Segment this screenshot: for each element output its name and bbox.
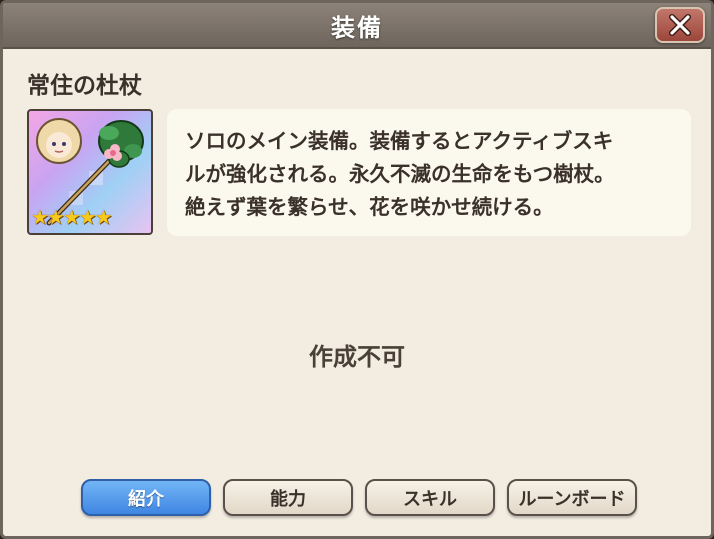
dialog-title: 装備 [331,13,383,42]
tab-introduction[interactable]: 紹介 [81,479,211,516]
craft-status: 作成不可 [309,343,405,371]
tab-rune-board[interactable]: ルーンボード [507,479,637,516]
item-icon-staff: ★★★★★ [27,109,153,235]
description-line-1: ソロのメイン装備。装備するとアクティブスキ [185,129,614,153]
description-line-2: ルが強化される。永久不滅の生命をもつ樹杖。 [185,162,615,186]
description-box: ソロのメイン装備。装備するとアクティブスキ ルが強化される。永久不滅の生命をもつ… [167,109,691,236]
dialog-titlebar: 装備 [3,3,711,49]
tab-bar: 紹介 能力 スキル ルーンボード [81,479,637,516]
close-icon [669,14,691,36]
tab-skill[interactable]: スキル [365,479,495,516]
equipment-dialog: 装備 常住の杜杖 ★★★★★ ソロのメイン装備。装備するとアクティブスキ ルが強… [0,0,714,539]
item-name: 常住の杜杖 [27,73,142,99]
description-line-3: 絶えず葉を繁らせ、花を咲かせ続ける。 [185,195,554,219]
rarity-stars: ★★★★★ [31,205,113,229]
tab-stats[interactable]: 能力 [223,479,353,516]
close-button[interactable] [655,7,705,43]
